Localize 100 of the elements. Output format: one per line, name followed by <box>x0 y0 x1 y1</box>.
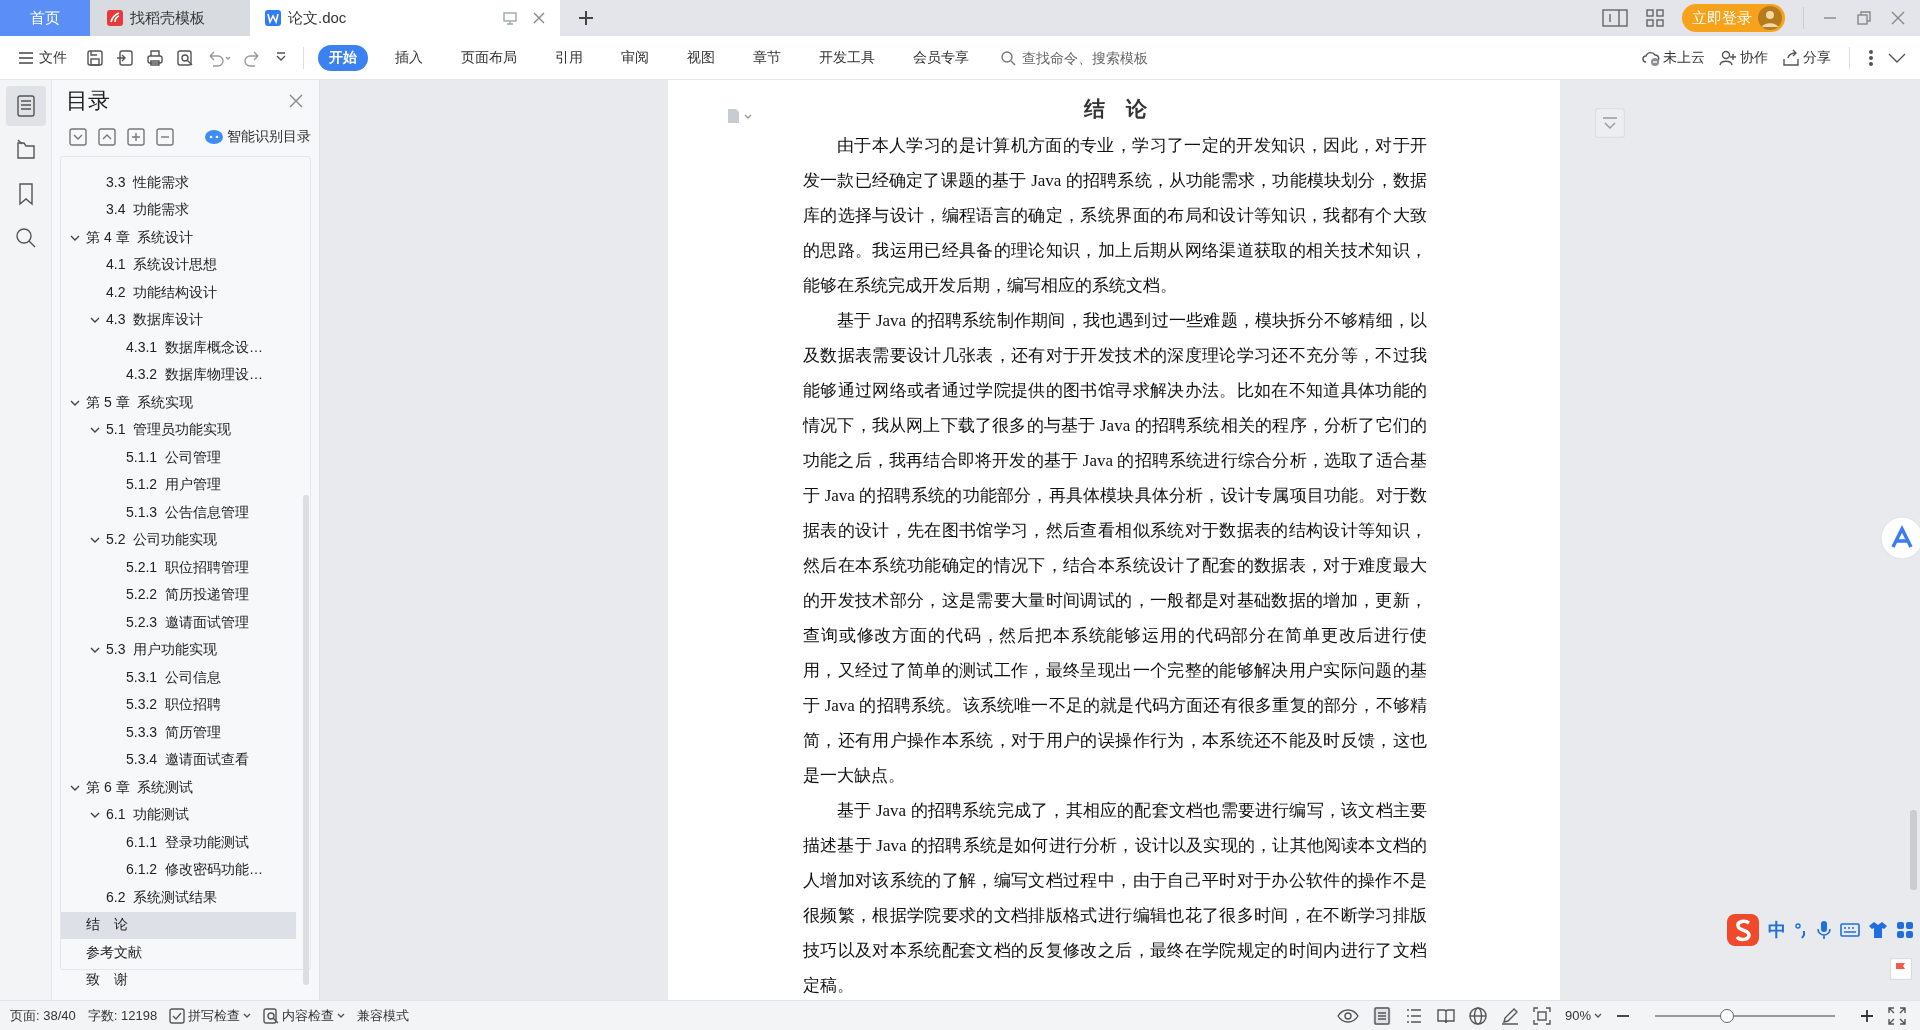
outline-item[interactable]: 5.3.2 职位招聘 <box>61 691 296 719</box>
ribbon-tab[interactable]: 开始 <box>318 44 368 71</box>
outline-item[interactable]: 第 6 章 系统测试 <box>61 774 296 802</box>
spell-check-button[interactable]: 拼写检查 <box>169 1006 252 1025</box>
outline-item[interactable]: 致 谢 <box>61 966 296 994</box>
outline-item[interactable]: 4.2 功能结构设计 <box>61 279 296 307</box>
assistant-icon[interactable] <box>1880 516 1920 560</box>
pen-icon[interactable] <box>1500 1006 1519 1025</box>
outline-icon[interactable] <box>5 86 46 126</box>
scrollbar-thumb[interactable] <box>303 495 309 985</box>
compatibility-mode-button[interactable]: 兼容模式 <box>357 1006 410 1025</box>
outline-item[interactable]: 5.3.1 公司信息 <box>61 664 296 692</box>
ribbon-tab[interactable]: 引用 <box>544 44 594 71</box>
share-icon <box>1782 48 1800 67</box>
save-icon[interactable] <box>86 48 104 67</box>
outline-item[interactable]: 6.1 功能测试 <box>61 801 296 829</box>
file-menu[interactable]: 文件 <box>18 48 67 67</box>
paragraph: 基于 Java 的招聘系统制作期间，我也遇到过一些难题，模块拆分不够精细，以及数据表需要设计几张表，还有对于开发技术的深度理论学习还不充分等，不过我能够通过网络或者通过学院提供的图书馆寻求解决办法。比如在不知道具体功能的情况下，我从网上下载了很多的与基于 Java 的招聘系统相关的程序，分析了它们的功能之后，我再结合即将开发的基于 Java 的招聘系统进行综合分析，选取了适合基于 Java 的招聘系统的功能部分，再具体模块具体分析，设计专属项目功能。对于数据表的设计，先在图书馆学习，然后查看相似系统对于数据表的结构设计等知识，然后在本系统功能确定的情况下，结合本系统设计了配套的数据表，对于难度最大的开发技术部分，这是需要大量时间调试的，一般都是对基础数据的增加，更新，查询或修改方面的代码，然后把本系统能够运用的代码部分在简单更改后进行使用，又经过了简单的测试工作，最终呈现出一个完整的能够解决用户实际问题的基于 Java 的招聘系统。该系统唯一不足的就是代码方面还有很多重复的部分，不够精简，还有用户操作本系统，对于用户的误操作行为，本系统还不能及时反馈，这也是一大缺点。 <box>803 310 1427 787</box>
outline-item[interactable]: 5.3.4 邀请面试查看 <box>61 746 296 774</box>
outline-item[interactable]: 第 4 章 系统设计 <box>61 224 296 252</box>
caret-icon <box>1594 1012 1602 1019</box>
close-icon[interactable] <box>289 94 303 108</box>
close-icon[interactable] <box>532 11 546 25</box>
ribbon-tab[interactable]: 插入 <box>384 44 434 71</box>
smart-toc-button[interactable]: 智能识别目录 <box>204 128 311 146</box>
export-icon[interactable] <box>116 48 134 67</box>
outline-item[interactable]: 4.3.1 数据库概念设… <box>61 334 296 362</box>
toolbar-action[interactable]: 未上云 <box>1642 48 1705 67</box>
outline-item[interactable]: 5.2.3 邀请面试管理 <box>61 609 296 637</box>
ribbon-tab[interactable]: 审阅 <box>610 44 660 71</box>
outline-item[interactable]: 3.3 性能需求 <box>61 169 296 197</box>
outline-item[interactable]: 5.3.3 简历管理 <box>61 719 296 747</box>
collapse-ribbon-icon[interactable] <box>1888 51 1906 64</box>
ribbon-tab[interactable]: 开发工具 <box>808 44 886 71</box>
scrollbar-thumb[interactable] <box>1910 810 1917 890</box>
outline-item[interactable]: 5.1 管理员功能实现 <box>61 416 296 444</box>
word-count[interactable]: 字数: 12198 <box>87 1006 158 1025</box>
add-heading-icon[interactable] <box>127 128 145 146</box>
content-check-button[interactable]: 内容检查 <box>263 1006 346 1025</box>
paragraph: 基于 Java 的招聘系统完成了，其相应的配套文档也需要进行编写，该文档主要描述基于 Java 的招聘系统是如何进行分析，设计以及实现的，让其他阅读本文档的人增加对该系统的了解，编写文档过程中，由于自己平时对于办公软件的操作不是很频繁，根据学院要求的文档排版格式进行编辑也花了很多时间，在不断学习排版技巧以及对本系统配套文档的反复修改之后，最终在学院规定的时间内进行了文档定稿。 <box>803 800 1427 997</box>
page-count: 页面: 38/40 <box>10 1006 76 1025</box>
close-icon[interactable] <box>1890 10 1906 26</box>
layout-icon[interactable] <box>1602 9 1628 27</box>
search-field[interactable]: 查找命令、搜索模板 <box>1000 48 1240 67</box>
outline-item[interactable]: 6.1.2 修改密码功能… <box>61 856 296 884</box>
leaf-logo-icon <box>106 9 124 27</box>
ribbon-tab[interactable]: 页面布局 <box>450 44 528 71</box>
grid-icon <box>1896 921 1914 939</box>
outline-item[interactable]: 4.3.2 数据库物理设… <box>61 361 296 389</box>
outline-item[interactable]: 结 论 <box>61 911 296 939</box>
add-user-icon <box>1719 48 1737 67</box>
outline-view-icon[interactable] <box>1404 1006 1423 1025</box>
eye-icon[interactable] <box>1336 1007 1359 1024</box>
flag-icon[interactable] <box>1890 958 1912 980</box>
page-view-icon[interactable] <box>1372 1006 1391 1025</box>
outline-item[interactable]: 4.1 系统设计思想 <box>61 251 296 279</box>
collapse-all-icon[interactable] <box>69 128 87 146</box>
outline-item[interactable]: 5.1.3 公告信息管理 <box>61 499 296 527</box>
print-icon[interactable] <box>146 48 164 67</box>
more-icon[interactable] <box>1868 48 1874 67</box>
slider-thumb[interactable] <box>1720 1008 1734 1023</box>
outline-item[interactable]: 5.2.2 简历投递管理 <box>61 581 296 609</box>
punctuation-icon <box>1794 921 1808 939</box>
fullscreen-icon[interactable] <box>1888 1006 1906 1025</box>
panel-title: 目录 <box>66 87 110 115</box>
paragraph: 由于本人学习的是计算机方面的专业，学习了一定的开发知识，因此，对于开发一款已经确定了课题的基于 Java 的招聘系统，从功能需求，功能模块划分，数据库的选择与设计，编程语言的确定，系统界面的布局和设计等知识，我都有个大致的思路。我运用已经具备的理论知识，加上后期从网络渠道获取的相关技术知识，能够在系统完成开发后期，编写相应的系统文档。 <box>803 135 1427 297</box>
add-tab-icon[interactable] <box>578 10 594 26</box>
document-tab[interactable]: 找稻壳模板 <box>90 0 250 36</box>
outline-item[interactable]: 6.2 系统测试结果 <box>61 884 296 912</box>
apps-grid-icon[interactable] <box>1646 9 1664 27</box>
print-preview-icon[interactable] <box>176 48 194 67</box>
restore-icon[interactable] <box>1856 10 1872 26</box>
zoom-in-icon[interactable] <box>1860 1008 1874 1023</box>
outline-item[interactable]: 6.1.1 登录功能测试 <box>61 829 296 857</box>
fit-page-icon[interactable] <box>1532 1006 1551 1025</box>
outline-item[interactable]: 5.2.1 职位招聘管理 <box>61 554 296 582</box>
remove-heading-icon[interactable] <box>156 128 174 146</box>
expand-all-icon[interactable] <box>98 128 116 146</box>
outline-item[interactable]: 4.3 数据库设计 <box>61 306 296 334</box>
toolbar-action[interactable]: 分享 <box>1782 48 1831 67</box>
zoom-dropdown[interactable]: 90% <box>1564 1008 1602 1023</box>
input-method-toolbar[interactable]: 中 <box>1726 910 1920 950</box>
document-logo-icon <box>264 9 282 27</box>
book-view-icon[interactable] <box>1436 1006 1455 1025</box>
search-icon <box>1000 49 1016 66</box>
outline-item[interactable]: 参考文献 <box>61 939 296 967</box>
globe-icon[interactable] <box>1468 1006 1487 1025</box>
ribbon-tab[interactable]: 会员专享 <box>902 44 980 71</box>
outline-item[interactable]: 5.1.2 用户管理 <box>61 471 296 499</box>
outline-item[interactable]: 5.3 用户功能实现 <box>61 636 296 664</box>
ribbon-tab[interactable]: 视图 <box>676 44 726 71</box>
outline-item[interactable]: 3.4 功能需求 <box>61 196 296 224</box>
ribbon-tab[interactable]: 章节 <box>742 44 792 71</box>
outline-item[interactable]: 5.2 公司功能实现 <box>61 526 296 554</box>
keyboard-icon <box>1840 922 1860 938</box>
document-tab[interactable]: 论文.doc <box>250 0 560 36</box>
document-heading: 结 论 <box>1082 96 1148 123</box>
toolbar-action[interactable]: 协作 <box>1719 48 1768 67</box>
outline-item[interactable]: 第 5 章 系统实现 <box>61 389 296 417</box>
outline-item[interactable]: 5.1.1 公司管理 <box>61 444 296 472</box>
